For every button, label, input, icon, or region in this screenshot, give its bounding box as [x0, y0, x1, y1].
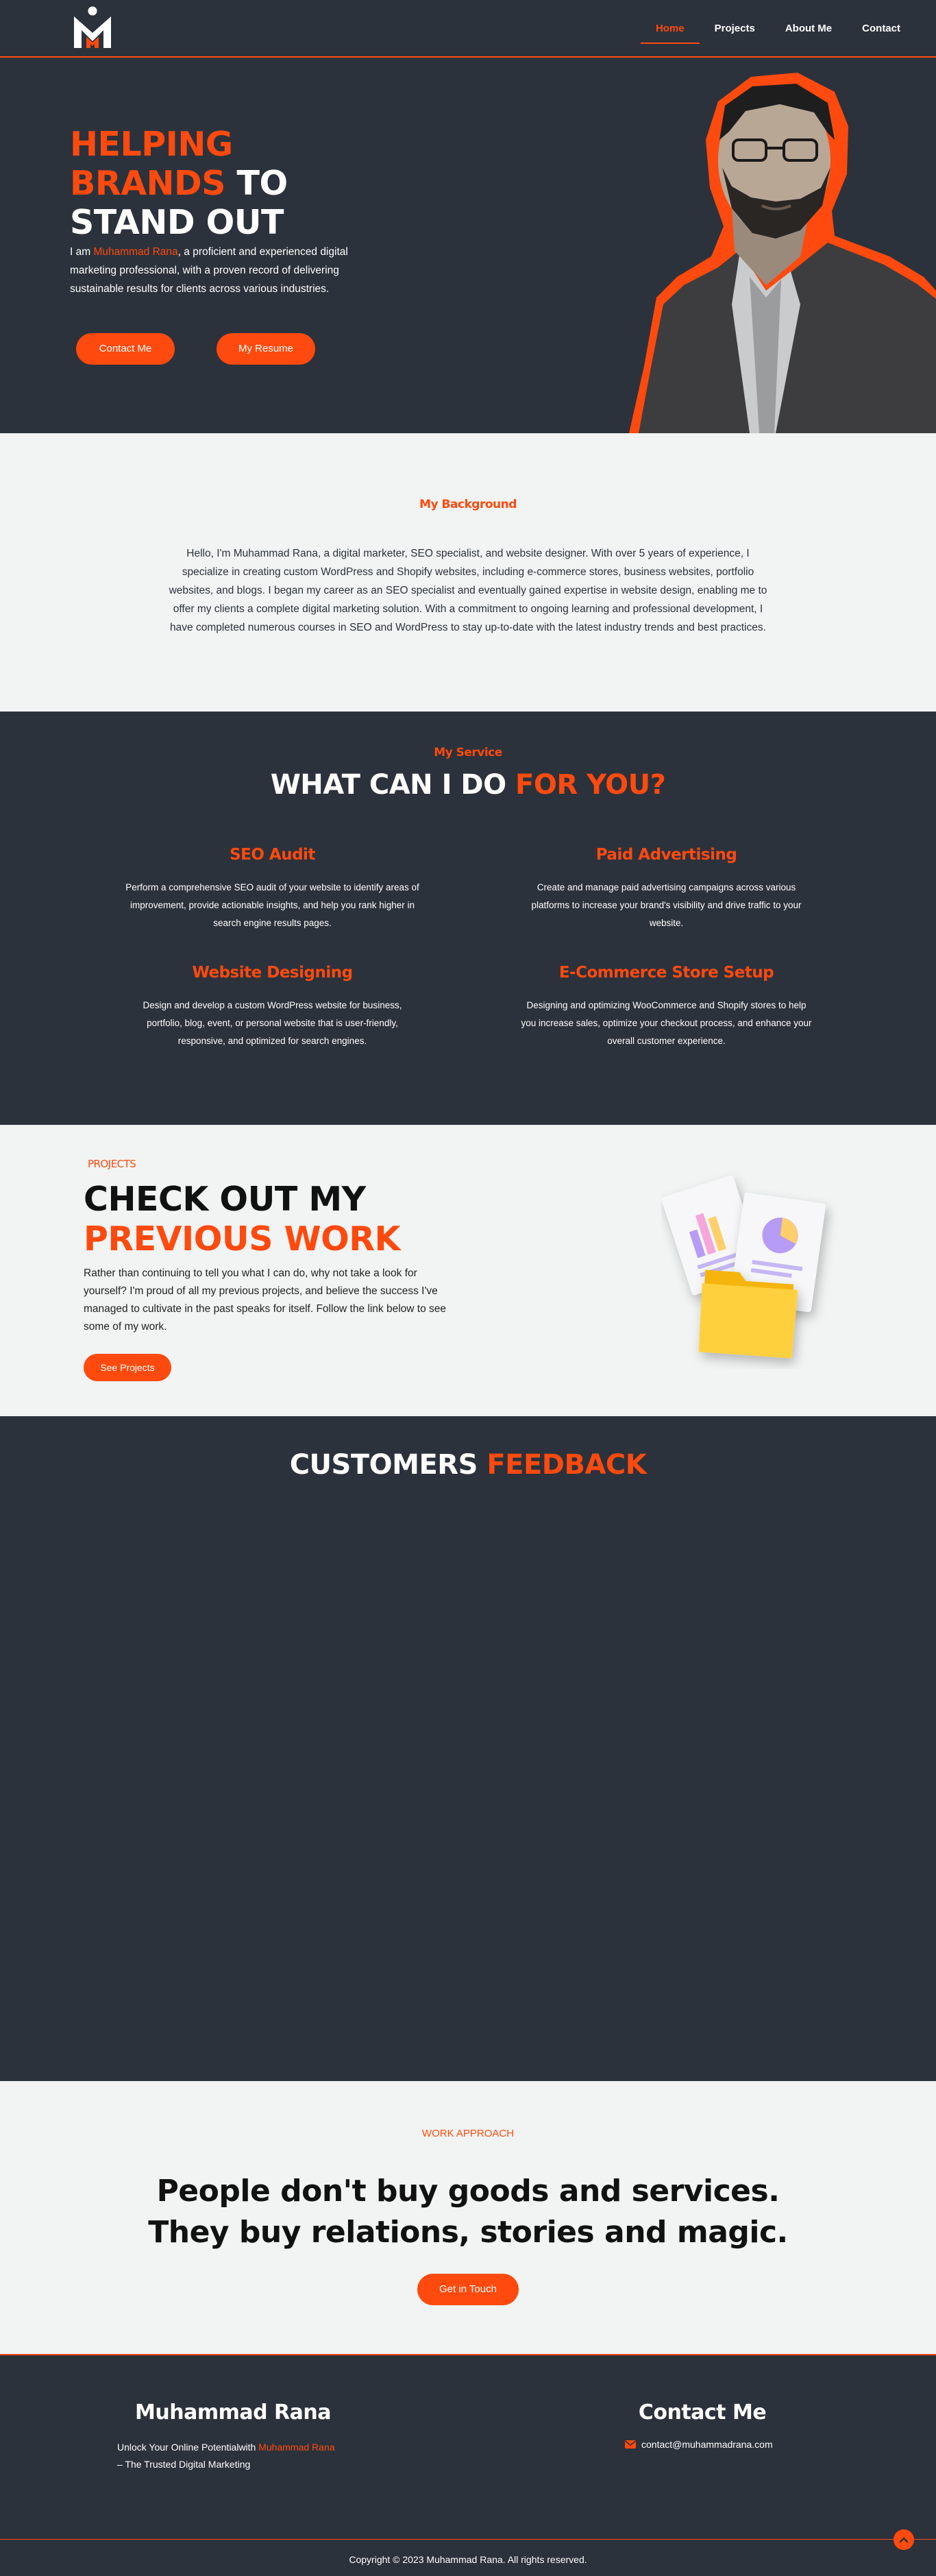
projects-title-line1: CHECK OUT MY: [84, 1180, 366, 1219]
nav-contact[interactable]: Contact: [847, 21, 915, 37]
service-title: Website Designing: [192, 964, 353, 982]
service-text: Perform a comprehensive SEO audit of you…: [125, 882, 419, 928]
hero-title-line1: HELPING: [70, 125, 233, 164]
background-section: My Background Hello, I'm Muhammad Rana, …: [0, 433, 936, 712]
hero-title-to: TO: [225, 164, 288, 203]
background-label: My Background: [419, 498, 517, 511]
approach-section: WORK APPROACH People don't buy goods and…: [0, 2081, 936, 2354]
approach-label: WORK APPROACH: [421, 2128, 515, 2139]
feedback-title-a: CUSTOMERS: [289, 1449, 487, 1481]
nav-about[interactable]: About Me: [770, 21, 847, 37]
folder-documents-illustration: [661, 1175, 826, 1359]
footer-tagline-a: Unlock Your Online Potentialwith: [117, 2442, 259, 2453]
get-in-touch-button[interactable]: Get in Touch: [417, 2274, 519, 2305]
hero-title-brands: BRANDS: [70, 164, 225, 203]
site-logo[interactable]: [71, 5, 114, 51]
services-title-a: WHAT CAN I DO: [270, 769, 516, 801]
footer-email[interactable]: contact@muhammadrana.com: [625, 2439, 773, 2450]
footer-divider: [0, 2539, 936, 2540]
footer-tagline: Unlock Your Online Potentialwith Muhamma…: [117, 2439, 364, 2473]
hero-intro-prefix: I am: [70, 246, 94, 258]
hero-title: HELPING BRANDS TO STAND OUT: [70, 125, 288, 242]
projects-section: PROJECTS CHECK OUT MY PREVIOUS WORK Rath…: [0, 1125, 936, 1416]
footer-tagline-b: – The Trusted Digital Marketing: [117, 2459, 251, 2470]
hero-intro-name[interactable]: Muhammad Rana: [93, 246, 177, 258]
my-resume-button[interactable]: My Resume: [217, 333, 315, 365]
footer-name: Muhammad Rana: [135, 2401, 331, 2425]
profile-portrait: [629, 73, 936, 433]
service-text: Design and develop a custom WordPress we…: [143, 1000, 402, 1046]
hero-title-line3: STAND OUT: [70, 203, 284, 242]
envelope-icon: [625, 2440, 636, 2449]
approach-line2: They buy relations, stories and magic.: [148, 2215, 788, 2250]
chevron-up-icon: [899, 2537, 909, 2543]
approach-title: People don't buy goods and services. The…: [0, 2171, 936, 2253]
service-title: E-Commerce Store Setup: [558, 964, 774, 982]
nav-projects[interactable]: Projects: [700, 21, 770, 37]
nav-home[interactable]: Home: [640, 21, 700, 44]
projects-title-line2: PREVIOUS WORK: [84, 1219, 400, 1259]
service-paid-advertising: Paid Advertising Create and manage paid …: [510, 846, 822, 932]
service-ecommerce-setup: E-Commerce Store Setup Designing and opt…: [510, 964, 822, 1050]
services-title-b: FOR YOU?: [515, 769, 666, 801]
service-text: Designing and optimizing WooCommerce and…: [521, 1000, 812, 1046]
service-text: Create and manage paid advertising campa…: [531, 882, 802, 928]
services-title: WHAT CAN I DO FOR YOU?: [0, 769, 936, 801]
service-title: Paid Advertising: [595, 846, 737, 864]
services-section: My Service WHAT CAN I DO FOR YOU? SEO Au…: [0, 712, 936, 1125]
back-to-top-button[interactable]: [894, 2529, 914, 2550]
footer-email-text[interactable]: contact@muhammadrana.com: [641, 2439, 773, 2450]
background-text: Hello, I'm Muhammad Rana, a digital mark…: [169, 548, 767, 633]
projects-title: CHECK OUT MY PREVIOUS WORK: [84, 1180, 400, 1259]
hero-section: HELPING BRANDS TO STAND OUT I am Muhamma…: [0, 58, 936, 433]
site-footer: Muhammad Rana Unlock Your Online Potenti…: [0, 2354, 936, 2576]
hero-intro: I am Muhammad Rana, a proficient and exp…: [70, 243, 365, 298]
feedback-section: CUSTOMERS FEEDBACK: [0, 1416, 936, 2081]
service-website-designing: Website Designing Design and develop a c…: [116, 964, 428, 1050]
see-projects-button[interactable]: See Projects: [84, 1354, 171, 1381]
nav-menu: Home Projects About Me Contact: [640, 21, 915, 44]
services-label: My Service: [434, 746, 502, 760]
feedback-title: CUSTOMERS FEEDBACK: [0, 1416, 936, 1481]
service-title: SEO Audit: [230, 846, 315, 864]
copyright-text: Copyright © 2023 Muhammad Rana. All righ…: [349, 2554, 587, 2565]
contact-me-button[interactable]: Contact Me: [76, 333, 175, 365]
approach-line1: People don't buy goods and services.: [156, 2174, 780, 2209]
footer-contact-title: Contact Me: [638, 2401, 767, 2425]
service-seo-audit: SEO Audit Perform a comprehensive SEO au…: [116, 846, 428, 932]
feedback-title-b: FEEDBACK: [487, 1449, 647, 1481]
projects-label: PROJECTS: [88, 1158, 136, 1170]
services-grid: SEO Audit Perform a comprehensive SEO au…: [116, 846, 822, 1050]
footer-tagline-name[interactable]: Muhammad Rana: [258, 2442, 334, 2453]
projects-text: Rather than continuing to tell you what …: [84, 1267, 447, 1333]
top-nav: Home Projects About Me Contact: [0, 0, 936, 58]
